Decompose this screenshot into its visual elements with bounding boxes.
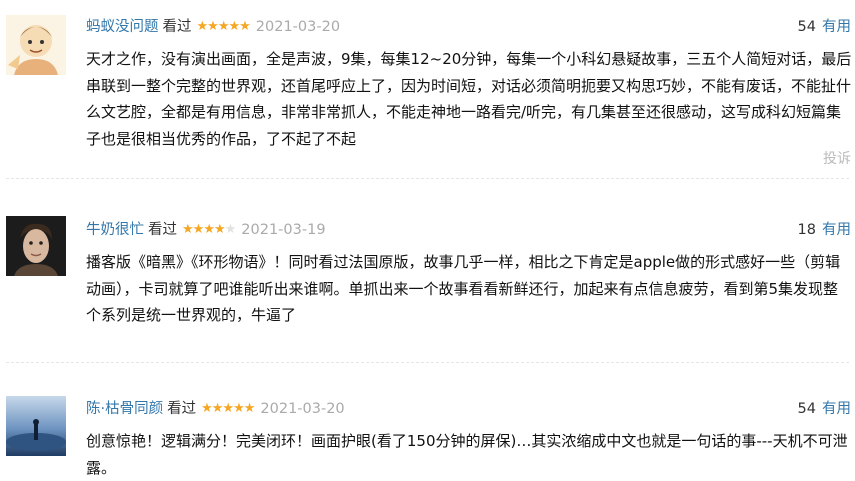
star-icon: ★: [207, 19, 219, 34]
avatar[interactable]: [6, 396, 66, 456]
rating-stars: ★★★★★: [182, 219, 237, 241]
author-link[interactable]: 牛奶很忙: [86, 222, 144, 238]
star-icon: ★: [196, 19, 209, 34]
rating-stars: ★★★★★: [196, 16, 251, 38]
review-date: 2021-03-20: [260, 401, 345, 417]
useful-button[interactable]: 有用: [822, 19, 851, 35]
useful-button[interactable]: 有用: [822, 401, 851, 417]
divider: [6, 178, 849, 179]
vote-count: 18: [797, 222, 816, 238]
watched-status: 看过: [148, 222, 177, 238]
avatar[interactable]: [6, 216, 66, 276]
star-icon: ★: [233, 401, 245, 416]
useful-button[interactable]: 有用: [822, 222, 851, 238]
author-link[interactable]: 蚂蚁没问题: [86, 19, 159, 35]
vote-count: 54: [797, 401, 816, 417]
review-content: 播客版《暗黑》《环形物语》！同时看过法国原版，故事几乎一样，相比之下肯定是app…: [86, 253, 841, 324]
review-header: 蚂蚁没问题 看过 ★★★★★ 2021-03-20: [86, 16, 340, 38]
star-icon: ★: [192, 222, 205, 237]
review-date: 2021-03-20: [255, 19, 341, 35]
star-icon: ★: [213, 222, 226, 237]
star-icon: ★: [201, 401, 213, 416]
star-icon: ★: [182, 222, 194, 237]
review-header: 陈·枯骨同颜 看过 ★★★★★ 2021-03-20: [86, 398, 345, 420]
divider: [6, 362, 849, 363]
review-content: 天才之作，没有演出画面，全是声波，9集，每集12~20分钟，每集一个小科幻悬疑故…: [86, 50, 852, 148]
review-date: 2021-03-19: [241, 222, 326, 238]
vote-area: 54 有用: [798, 16, 851, 38]
star-icon: ★: [239, 19, 251, 34]
avatar[interactable]: [6, 15, 66, 75]
rating-stars: ★★★★★: [201, 398, 256, 420]
star-icon: ★: [217, 19, 230, 34]
star-icon: ★: [228, 19, 240, 34]
star-icon: ★: [222, 401, 234, 416]
watched-status: 看过: [162, 19, 192, 35]
watched-status: 看过: [167, 401, 197, 417]
review-header: 牛奶很忙 看过 ★★★★★ 2021-03-19: [86, 219, 326, 241]
star-icon: ★: [243, 401, 256, 416]
author-link[interactable]: 陈·枯骨同颜: [86, 401, 163, 417]
report-button[interactable]: 投诉: [823, 148, 851, 168]
vote-area: 18 有用: [798, 219, 851, 241]
star-icon: ★: [203, 222, 215, 237]
review-content: 创意惊艳！逻辑满分！完美闭环！画面护眼(看了150分钟的屏保)…其实浓缩成中文也…: [86, 432, 848, 477]
vote-count: 54: [797, 19, 816, 35]
star-empty-icon: ★: [224, 222, 237, 237]
star-icon: ★: [211, 401, 224, 416]
vote-area: 54 有用: [798, 398, 851, 420]
